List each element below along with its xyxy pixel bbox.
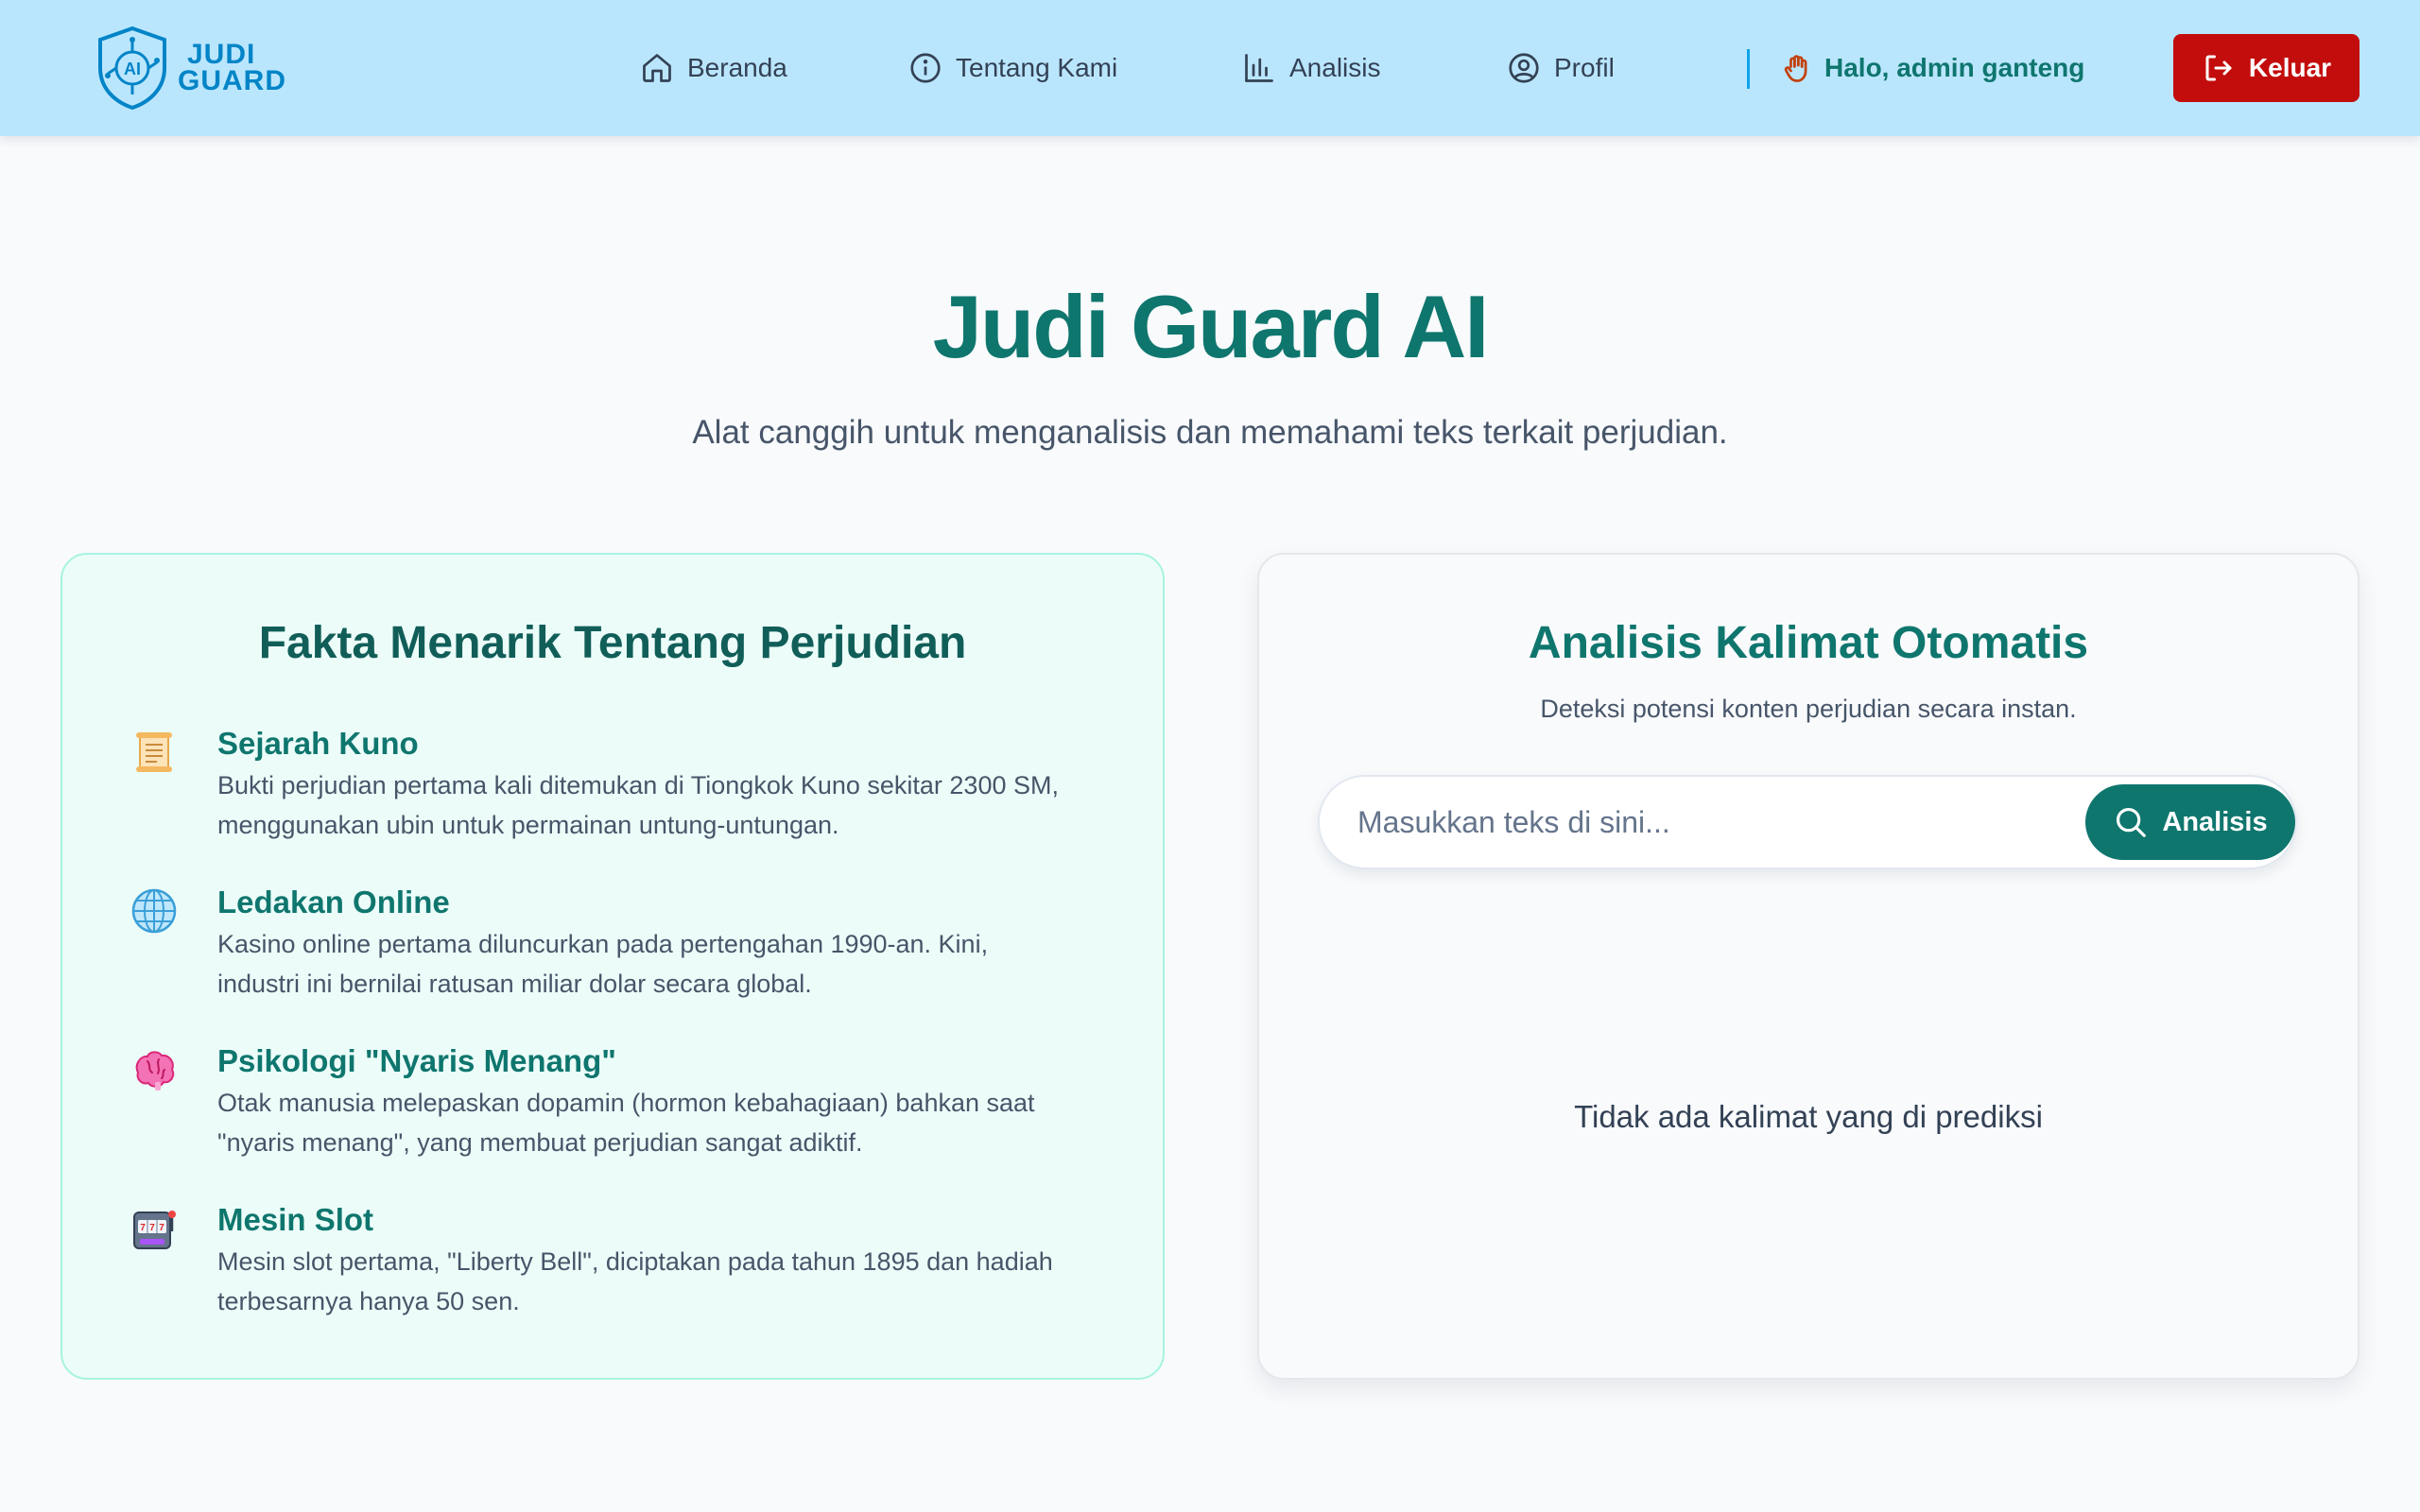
fact-item: 7 7 7 Mesin Slot Mesin slot pertama, "Li… xyxy=(129,1199,1112,1320)
analysis-title: Analisis Kalimat Otomatis xyxy=(1528,618,2089,668)
nav-label-analisis: Analisis xyxy=(1289,53,1381,82)
analysis-search-bar: Analisis xyxy=(1318,775,2297,869)
fact-item: Psikologi "Nyaris Menang" Otak manusia m… xyxy=(129,1040,1112,1161)
slot-machine-icon: 7 7 7 xyxy=(133,1211,176,1249)
fact-text-line: "nyaris menang", yang membuat perjudian … xyxy=(217,1128,863,1157)
prediction-empty-state: Tidak ada kalimat yang di prediksi xyxy=(1574,1099,2043,1134)
nav-item-profil[interactable]: Profil xyxy=(1507,47,1615,89)
svg-text:7: 7 xyxy=(140,1223,146,1233)
nav-item-tentang-kami[interactable]: Tentang Kami xyxy=(908,47,1117,89)
svg-text:7: 7 xyxy=(149,1223,155,1233)
analysis-card: Analisis Kalimat Otomatis Deteksi potens… xyxy=(1257,553,2360,1380)
svg-text:7: 7 xyxy=(159,1223,164,1233)
fact-title: Sejarah Kuno xyxy=(217,726,419,761)
logout-label: Keluar xyxy=(2248,53,2332,82)
nav-label-beranda: Beranda xyxy=(687,53,787,82)
fact-title: Ledakan Online xyxy=(217,885,450,919)
nav-label-profil: Profil xyxy=(1554,53,1615,82)
brand-line-1: JUDI xyxy=(187,39,256,70)
fact-item: Sejarah Kuno Bukti perjudian pertama kal… xyxy=(129,723,1112,844)
analyze-button-label: Analisis xyxy=(2162,806,2268,837)
user-circle-icon xyxy=(1509,53,1539,83)
brain-icon xyxy=(135,1051,175,1091)
nav-item-beranda[interactable]: Beranda xyxy=(640,47,787,89)
nav-divider xyxy=(1747,49,1750,89)
waving-hand-icon xyxy=(1784,55,1807,82)
bar-chart-icon xyxy=(1245,54,1273,82)
logout-icon xyxy=(2205,55,2232,81)
user-greeting: Halo, admin ganteng xyxy=(1781,47,2084,89)
analyze-button[interactable]: Analisis xyxy=(2085,784,2295,860)
svg-text:AI: AI xyxy=(124,60,141,78)
page-title: Judi Guard AI xyxy=(932,277,1490,376)
search-icon xyxy=(2117,807,2147,837)
brand-wordmark: JUDI GUARD xyxy=(178,39,286,96)
fact-text-line: industri ini bernilai ratusan miliar dol… xyxy=(217,970,812,998)
nav-item-analisis[interactable]: Analisis xyxy=(1242,47,1380,89)
fact-item: Ledakan Online Kasino online pertama dil… xyxy=(129,882,1112,1003)
analysis-subtitle: Deteksi potensi konten perjudian secara … xyxy=(1540,695,2077,723)
fact-text-line: Bukti perjudian pertama kali ditemukan d… xyxy=(217,771,1059,799)
facts-title: Fakta Menarik Tentang Perjudian xyxy=(258,618,967,668)
analysis-text-input[interactable] xyxy=(1357,798,2057,847)
globe-icon xyxy=(131,888,177,934)
shield-logo-icon: AI xyxy=(98,26,166,111)
facts-card: Fakta Menarik Tentang Perjudian Sejarah … xyxy=(60,553,1165,1380)
fact-text-line: Otak manusia melepaskan dopamin (hormon … xyxy=(217,1089,1035,1117)
fact-text-line: terbesarnya hanya 50 sen. xyxy=(217,1287,520,1315)
fact-title: Psikologi "Nyaris Menang" xyxy=(217,1043,616,1078)
fact-title: Mesin Slot xyxy=(217,1202,374,1237)
greeting-text: Halo, admin ganteng xyxy=(1824,53,2085,82)
scroll-icon xyxy=(136,732,172,772)
fact-text-line: menggunakan ubin untuk permainan untung-… xyxy=(217,811,839,839)
brand-logo[interactable]: AI JUDI GUARD xyxy=(95,25,286,112)
fact-text-line: Kasino online pertama diluncurkan pada p… xyxy=(217,930,989,958)
info-icon xyxy=(910,53,941,83)
page-subtitle: Alat canggih untuk menganalisis dan mema… xyxy=(692,414,1728,451)
nav-label-tentang-kami: Tentang Kami xyxy=(956,53,1118,82)
brand-line-2: GUARD xyxy=(178,65,286,96)
home-icon xyxy=(643,54,671,82)
fact-text-line: Mesin slot pertama, "Liberty Bell", dici… xyxy=(217,1247,1053,1276)
logout-button[interactable]: Keluar xyxy=(2173,34,2360,102)
top-navbar: AI JUDI GUARD Beranda Tentang Kami Anali… xyxy=(0,0,2420,136)
